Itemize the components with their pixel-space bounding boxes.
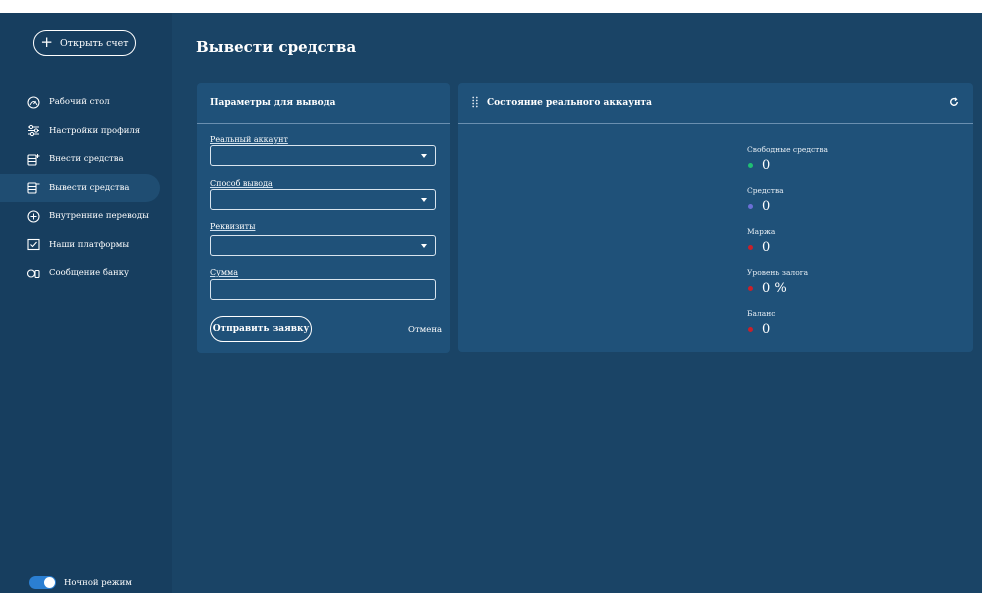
stat-label: Маржа	[747, 227, 776, 236]
sidebar-item-label: Настройки профиля	[49, 125, 141, 136]
cancel-button[interactable]: Отмена	[408, 325, 442, 335]
stat-label: Уровень залога	[747, 268, 809, 277]
withdraw-form-title: Параметры для вывода	[210, 98, 336, 108]
stat-funds: Средства 0	[747, 186, 828, 227]
sidebar-item-label: Рабочий стол	[49, 97, 110, 108]
sidebar-item-label: Вывести средства	[49, 182, 130, 193]
stat-value: 0	[762, 199, 771, 214]
account-state-card: Состояние реального аккаунта Свободные с…	[458, 83, 973, 352]
submit-request-button[interactable]: Отправить заявку	[210, 316, 312, 342]
message-icon	[27, 267, 40, 280]
status-dot-purple	[748, 204, 753, 209]
stat-label: Средства	[747, 186, 784, 195]
stat-free-funds: Свободные средства 0	[747, 145, 828, 186]
sidebar-item-profile-settings[interactable]: Настройки профиля	[0, 117, 172, 146]
page-title: Вывести средства	[196, 38, 357, 56]
withdraw-form-header: Параметры для вывода	[197, 83, 450, 124]
amount-label: Сумма	[210, 268, 239, 277]
status-dot-green	[748, 163, 753, 168]
open-account-label: Открыть счет	[60, 37, 129, 49]
requisites-select[interactable]	[210, 235, 436, 256]
amount-input[interactable]	[210, 279, 436, 300]
account-stats: Свободные средства 0 Средства 0 Маржа 0 …	[747, 145, 828, 350]
night-mode-toggle[interactable]	[29, 576, 56, 589]
sidebar-item-label: Внести средства	[49, 154, 124, 165]
withdraw-method-label: Способ вывода	[210, 179, 273, 188]
sidebar-item-withdraw[interactable]: Вывести средства	[0, 173, 160, 202]
stat-label: Свободные средства	[747, 145, 829, 154]
stat-balance: Баланс 0	[747, 309, 828, 350]
chevron-down-icon	[421, 154, 427, 158]
account-state-header: Состояние реального аккаунта	[458, 83, 973, 124]
refresh-icon[interactable]	[949, 96, 959, 110]
stat-label: Баланс	[747, 309, 776, 318]
stat-value: 0	[762, 158, 771, 173]
platform-icon	[27, 238, 40, 251]
sidebar-nav: Рабочий стол Настройки профиля Внести ср…	[0, 88, 172, 288]
wallet-out-icon	[27, 181, 40, 194]
toggle-knob	[44, 577, 55, 588]
real-account-label: Реальный аккаунт	[210, 135, 288, 144]
requisites-label: Реквизиты	[210, 222, 256, 231]
stat-value: 0	[762, 322, 771, 337]
chevron-down-icon	[421, 198, 427, 202]
status-dot-red	[748, 327, 753, 332]
drag-handle-icon[interactable]	[472, 96, 478, 111]
status-dot-red	[748, 286, 753, 291]
stat-value: 0	[762, 240, 771, 255]
sidebar: + Открыть счет Рабочий стол Настройки пр…	[0, 13, 172, 593]
app-window: + Открыть счет Рабочий стол Настройки пр…	[0, 13, 982, 593]
sidebar-item-platforms[interactable]: Наши платформы	[0, 231, 172, 260]
open-account-button[interactable]: + Открыть счет	[33, 30, 136, 56]
stat-margin: Маржа 0	[747, 227, 828, 268]
sidebar-item-label: Сообщение банку	[49, 268, 130, 279]
sidebar-item-label: Внутренние переводы	[49, 211, 149, 222]
withdraw-method-select[interactable]	[210, 189, 436, 210]
plus-icon: +	[40, 32, 53, 51]
stat-margin-level: Уровень залога 0 %	[747, 268, 828, 309]
sidebar-item-message-bank[interactable]: Сообщение банку	[0, 259, 172, 288]
night-mode-label: Ночной режим	[64, 577, 132, 588]
night-mode-control: Ночной режим	[29, 576, 132, 589]
chevron-down-icon	[421, 244, 427, 248]
status-dot-red	[748, 245, 753, 250]
sidebar-item-label: Наши платформы	[49, 239, 130, 250]
sidebar-item-internal-transfers[interactable]: Внутренние переводы	[0, 202, 172, 231]
sidebar-item-dashboard[interactable]: Рабочий стол	[0, 88, 172, 117]
withdraw-form-card: Параметры для вывода Реальный аккаунт Сп…	[197, 83, 450, 353]
account-state-title: Состояние реального аккаунта	[487, 98, 652, 108]
wallet-in-icon	[27, 153, 40, 166]
sliders-icon	[27, 124, 40, 137]
real-account-select[interactable]	[210, 145, 436, 166]
dashboard-icon	[27, 96, 40, 109]
sidebar-item-deposit[interactable]: Внести средства	[0, 145, 172, 174]
transfer-icon	[27, 210, 40, 223]
stat-value: 0 %	[762, 281, 787, 296]
